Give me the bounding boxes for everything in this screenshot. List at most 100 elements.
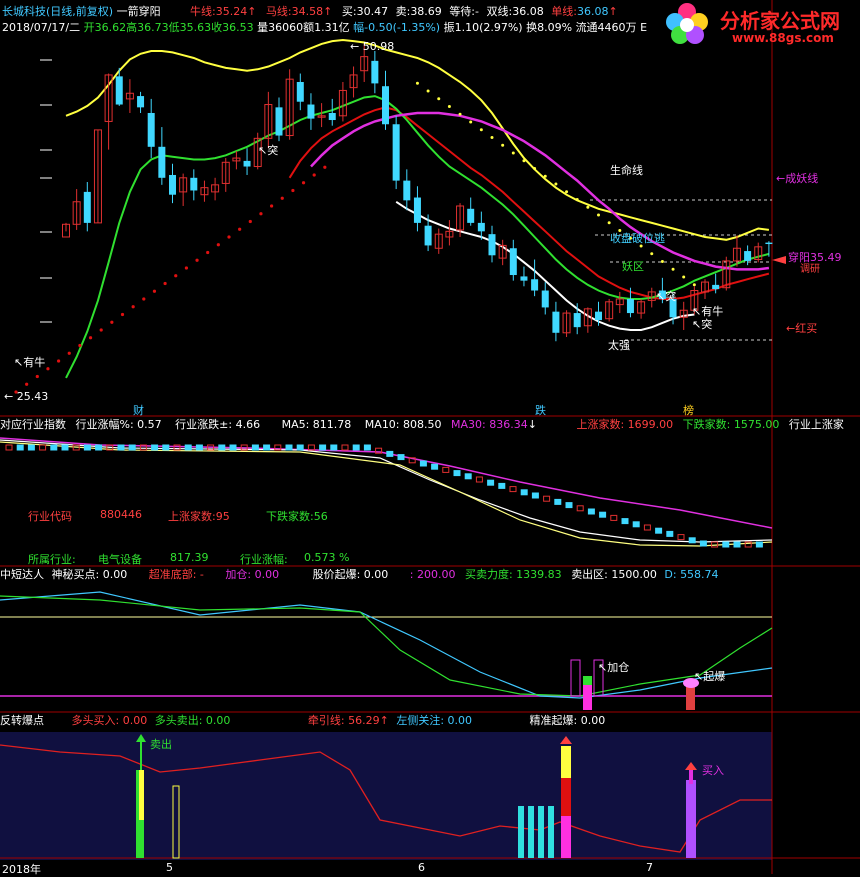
candle-body-32: [403, 180, 411, 201]
industry-candle-52: [587, 508, 595, 515]
industry-belong-num: 817.39: [170, 551, 209, 564]
yellow-dot-51: [607, 221, 611, 225]
industry-belong-label: 所属行业:: [28, 553, 76, 566]
industry-candle-56: [632, 521, 640, 528]
mid-header: 中短达人 神秘买点: 0.00 超准底部: - 加仓: 0.00 股价起爆: 0…: [0, 568, 719, 581]
candle-body-44: [531, 279, 539, 291]
industry-candle-11: [128, 444, 136, 451]
yellow-dot-39: [479, 128, 483, 132]
turnover: 换8.09%: [526, 21, 573, 34]
candle-body-22: [296, 81, 304, 102]
mid-200: : 200.00: [409, 568, 456, 581]
red-dot-1: [25, 382, 29, 386]
mid-green-line: [0, 595, 773, 697]
x-axis-tick-7: 7: [646, 861, 653, 874]
marker-bang: 榜: [683, 404, 694, 417]
wait-value: -: [475, 5, 480, 18]
float-shares: 流通4460万: [575, 21, 637, 34]
industry-zf-label: 行业涨幅:: [240, 553, 288, 566]
industry-candle-3: [39, 444, 47, 451]
red-dot-13: [152, 289, 157, 293]
niu-label: 牛线:: [190, 5, 216, 18]
yellow-dot-58: [682, 275, 686, 279]
industry-header: 对应行业指数 行业涨幅%: 0.57 行业涨跌±: 4.66 MA5: 811.…: [0, 418, 844, 431]
single-value: 36.08: [576, 5, 609, 18]
ann-tu-1: ↖突: [258, 144, 279, 157]
yellow-dot-45: [543, 174, 547, 178]
bottom-qianyin: 牵引线: 56.29: [307, 714, 380, 727]
industry-ma30: MA30: 836.34: [451, 418, 528, 431]
red-dot-9: [110, 320, 114, 324]
red-dot-18: [206, 250, 210, 255]
industry-candle-13: [151, 444, 159, 451]
header-line-1: 长城科技(日线,前复权) 一箭穿阳: [2, 5, 161, 18]
industry-candle-51: [576, 505, 584, 512]
formula-name: 一箭穿阳: [116, 5, 161, 18]
low: 低35.63: [168, 21, 212, 34]
buy-value: 30.47: [356, 5, 389, 18]
logo-url: www.88gs.com: [732, 31, 834, 45]
industry-ma5-line: [0, 439, 773, 543]
industry-candle-47: [531, 492, 539, 499]
candle-body-33: [413, 197, 421, 223]
candle-body-8: [147, 112, 155, 147]
ma-value: 34.58: [291, 5, 324, 18]
yellow-dot-43: [522, 159, 526, 163]
candle-body-43: [520, 276, 528, 281]
candle-body-12: [190, 177, 198, 191]
yellow-dot-50: [597, 213, 600, 217]
stock-name[interactable]: 长城科技: [2, 5, 46, 18]
yellow-dot-35: [437, 97, 441, 101]
industry-candle-42: [475, 476, 483, 483]
industry-candle-2: [27, 444, 35, 451]
x-axis-tick-6: 6: [418, 861, 425, 874]
high: 高36.73: [126, 21, 169, 34]
bottom-jingzhun: 精准起爆: 0.00: [529, 714, 606, 727]
site-logo: 分析家公式网 www.88gs.com: [662, 0, 860, 52]
close: 收36.53: [211, 21, 254, 34]
industry-candle-64: [722, 541, 730, 548]
amount: 额1.31亿: [303, 21, 350, 34]
red-dot-27: [301, 181, 306, 185]
x-axis-tick-5: 5: [166, 861, 173, 874]
red-dot-22: [248, 219, 252, 224]
mid-box-1: [570, 659, 581, 697]
industry-candle-19: [218, 444, 226, 451]
yellow-dot-56: [660, 259, 664, 263]
logo-title: 分析家公式网: [720, 9, 840, 33]
red-dot-8: [99, 328, 103, 332]
bottom-bar-big-magenta: [561, 816, 571, 858]
ann-chengyao: ←成妖线: [776, 172, 819, 185]
industry-candle-45: [509, 486, 517, 493]
double-value: 36.08: [512, 5, 544, 18]
red-dot-17: [195, 258, 199, 262]
industry-down-count: 下跌家数: 1575.00: [682, 418, 780, 431]
candle-body-66: [765, 242, 773, 245]
red-dot-10: [120, 312, 125, 317]
candle-body-7: [137, 96, 145, 108]
red-dot-20: [227, 235, 231, 239]
industry-candle-67: [755, 541, 763, 548]
header-truncated: E: [640, 21, 648, 34]
industry-candle-37: [419, 460, 427, 467]
red-dot-21: [238, 227, 242, 231]
industry-candle-55: [621, 518, 629, 525]
volume: 量36060: [257, 21, 304, 34]
industry-candle-16: [184, 444, 192, 451]
industry-candle-8: [95, 444, 103, 451]
marker-die: 跌: [535, 404, 546, 417]
series-line-2: [288, 106, 770, 300]
red-dot-4: [57, 359, 61, 363]
header-line-2: 2018/07/17/二 开36.62高36.73低35.63收36.53 量3…: [2, 21, 647, 34]
buy-label: 买:: [341, 5, 357, 18]
candle-body-17: [243, 160, 251, 167]
bottom-header: 反转爆点 多头买入: 0.00 多头卖出: 0.00 牵引线: 56.29↑ 左…: [0, 714, 606, 727]
yellow-dot-47: [565, 190, 569, 194]
industry-candle-65: [733, 541, 741, 548]
ann-taiqiang: 太强: [608, 339, 630, 352]
mid-bar-green: [583, 676, 592, 685]
industry-candle-23: [263, 444, 271, 451]
mid-d: D: 558.74: [664, 568, 719, 581]
niu-value: 35.24: [215, 5, 248, 18]
industry-candle-34: [386, 450, 394, 457]
